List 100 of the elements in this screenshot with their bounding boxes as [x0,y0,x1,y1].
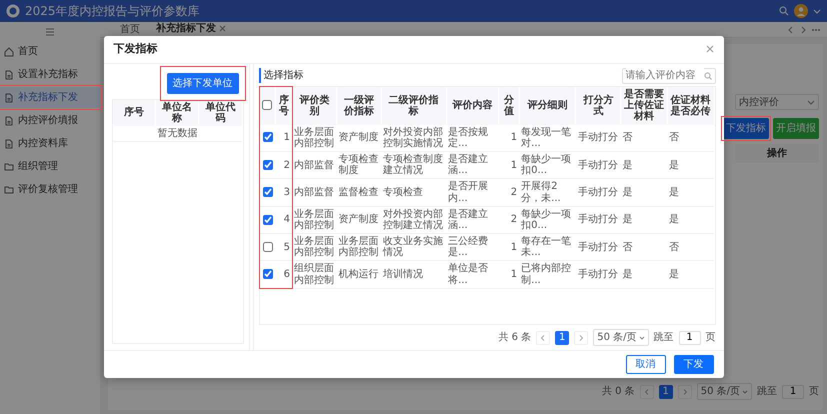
table-cell: 业务层面内部控制 [292,124,337,152]
tab[interactable]: 首页 [114,22,146,36]
select-units-button[interactable]: 选择下发单位 [166,72,238,94]
page-size-select[interactable]: 50 条/页 [696,383,752,400]
chevron-right-icon [578,334,584,340]
caret-icon [638,334,644,340]
caret-icon[interactable] [813,7,821,15]
document-icon [4,138,14,148]
page-input[interactable]: 1 [678,330,700,344]
table-cell: 手动打分 [576,260,621,288]
next-page-button[interactable] [574,330,588,344]
checkbox[interactable] [262,269,273,280]
sidebar-item[interactable]: 内控资料库 [0,133,100,154]
app-title: 2025年度内控报告与评价参数库 [25,3,200,20]
caret-icon [742,388,748,394]
search-icon[interactable] [779,6,789,16]
table-cell: 手动打分 [576,234,621,261]
column-header: 单位代码 [198,100,242,126]
table-cell: 业务层面内部控制 [292,234,337,261]
total-count: 共 0 条 [602,384,635,399]
table-cell: 每发现一笔对... [519,124,576,152]
table-cell: 组织层面内部控制 [292,260,337,288]
sidebar-item[interactable]: 首页 [0,41,100,62]
table-cell: 专项检查 [381,178,446,206]
dialog-button[interactable]: 取消 [626,355,666,374]
checkbox[interactable] [262,100,272,110]
table-cell: 1 [498,260,520,288]
table-cell: 三公经费是... [446,234,499,261]
menu-icon[interactable] [45,26,55,36]
sidebar-item[interactable]: 组织管理 [0,156,100,177]
filter-select[interactable]: 内控评价 [735,94,819,110]
table-cell: 业务层面内部控制 [292,206,337,234]
action-button[interactable]: 下发指标 [723,118,769,139]
column-header: 评价类别 [292,87,337,125]
sidebar-item[interactable]: 内控评价填报 [0,110,100,131]
column-header: 序号 [112,100,156,126]
table-cell: 1 [498,124,520,152]
dialog-button[interactable]: 下发 [674,355,714,374]
chevron-left-icon [644,388,650,394]
page-button[interactable]: 1 [555,330,570,344]
table-cell: 对外投资内部控制建立情况 [381,206,446,234]
table-cell: 每缺少一项扣0... [519,206,576,234]
table-cell: 是 [667,178,714,206]
page-unit: 页 [809,385,819,399]
column-header: 打分方式 [576,87,621,125]
page-input[interactable]: 1 [782,384,804,398]
document-icon [4,116,14,126]
table-cell: 是 [620,178,668,206]
table-cell: 手动打分 [576,206,621,234]
table-cell: 否 [620,124,668,152]
chevron-left-icon[interactable] [787,26,795,34]
table-cell: 是 [667,260,714,288]
column-header: 佐证材料是否必传 [667,87,714,125]
table-cell: 已将内部控制... [519,260,576,288]
table-cell: 手动打分 [576,151,621,179]
checkbox[interactable] [262,187,273,198]
chevron-right-icon [682,388,688,394]
table-cell: 机构运行 [336,260,382,288]
checkbox[interactable] [262,242,273,252]
table-cell: 是 [620,151,668,179]
table-cell: 每缺少一项扣0... [519,151,576,179]
folder-icon [4,184,14,194]
checkbox[interactable] [262,214,273,225]
column-header: 单位名称 [156,100,199,126]
sidebar-item[interactable]: 补充指标下发 [0,87,100,108]
page-button[interactable]: 1 [658,384,673,398]
section-heading: 选择指标 [258,68,304,83]
table-cell: 收支业务实施情况 [381,234,446,261]
table-cell: 是 [620,260,668,288]
sidebar-item[interactable]: 评价复核管理 [0,179,100,200]
prev-page-button[interactable] [536,330,550,344]
page-size-select[interactable]: 50 条/页 [593,329,648,346]
home-icon [4,46,14,56]
table-cell: 业务层面内部控制 [336,234,382,261]
total-count: 共 6 条 [498,330,532,345]
table-cell: 手动打分 [576,124,621,152]
caret-icon [807,98,815,106]
table-cell: 2 [498,206,520,234]
checkbox[interactable] [262,132,273,142]
avatar[interactable] [794,4,808,18]
sidebar-item[interactable]: 设置补充指标 [0,64,100,85]
table-cell: 是否开展内... [446,178,499,206]
column-header: 是否需要上传佐证材料 [620,87,668,125]
table-cell: 是否建立涵... [446,206,499,234]
chevron-right-icon[interactable] [799,26,807,34]
close-icon[interactable] [219,25,226,32]
table-cell: 内部监督 [292,178,337,206]
page-unit: 页 [706,331,716,345]
table-cell: 单位是否将... [446,260,499,288]
table-cell: 是否按规定... [446,124,499,152]
search-field[interactable]: 请输入评价内容 [622,68,716,84]
table-cell: 2 [498,178,520,206]
document-icon [4,92,14,102]
close-icon[interactable] [706,45,714,54]
checkbox[interactable] [262,160,273,170]
table-cell: 1 [498,151,520,179]
column-header: 分值 [498,87,520,125]
column-header: 评分细则 [519,87,576,125]
column-header: 一级评价指标 [336,87,382,125]
folder-icon [4,162,14,172]
